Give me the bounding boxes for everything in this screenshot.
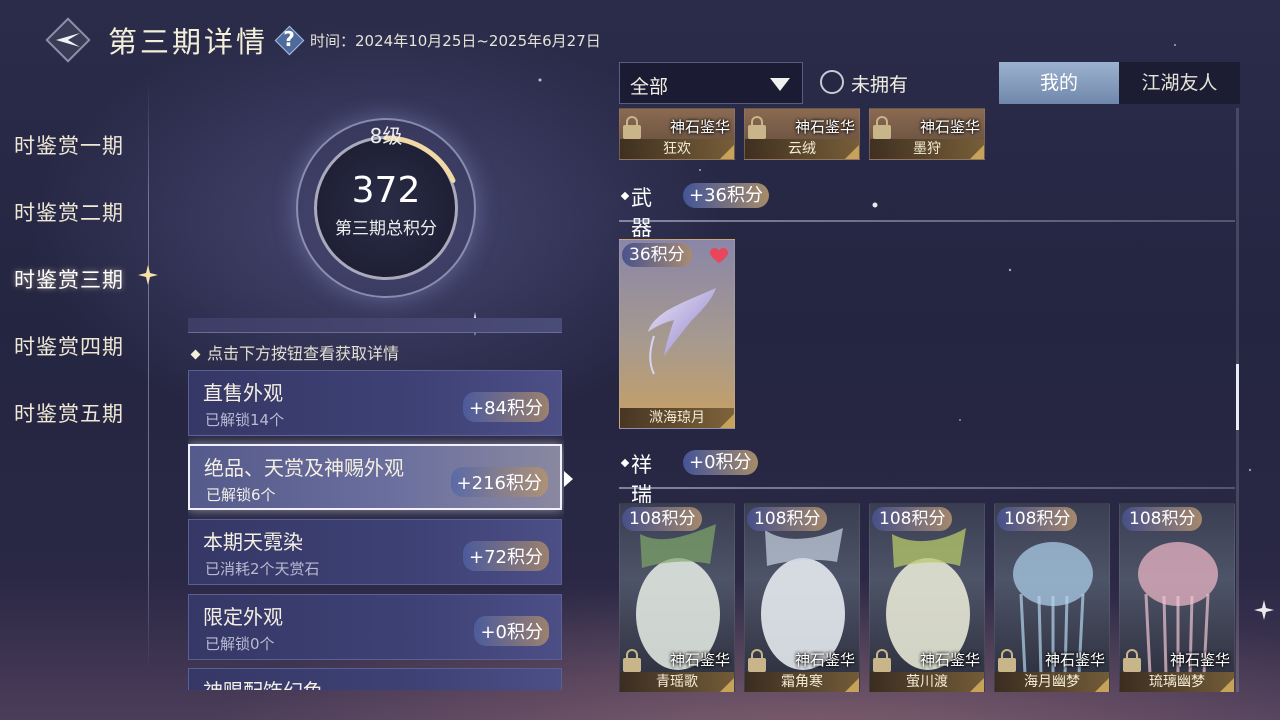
item-points: 36积分 [622,243,692,267]
item-name: 狂欢 [620,139,734,159]
total-score-label: 第三期总积分 [335,219,437,239]
lock-icon [748,116,766,139]
nav-item-period-1[interactable]: 时鉴赏一期 [14,130,124,160]
category-title: 本期天霓染 [203,530,303,554]
category-title: 神赐配饰幻色 [203,675,323,690]
period-label: 时间：2024年10月25日~2025年6月27日 [310,31,601,50]
item-points: 108积分 [622,507,703,531]
item-name: 霜角寒 [745,672,859,692]
tab-friends[interactable]: 江湖友人 [1119,62,1240,104]
header: 第三期详情 ? 时间：2024年10月25日~2025年6月27日 [44,16,601,64]
tab-mine[interactable]: 我的 [999,62,1119,104]
back-icon [56,33,80,47]
nav-item-period-4[interactable]: 时鉴赏四期 [14,331,124,361]
category-points: +216积分 [450,467,548,497]
section-points: +36积分 [683,183,769,208]
favorite-heart-icon[interactable] [710,248,728,264]
item-card[interactable]: 108积分 神石鉴华 青瑶歌 [619,503,735,692]
not-owned-radio[interactable] [820,70,844,94]
section-divider [619,220,1235,222]
lock-icon [623,649,641,672]
category-premium[interactable]: 绝品、天赏及神赐外观 已解锁6个 +216积分 [188,444,562,510]
item-source: 神石鉴华 [794,651,855,669]
item-name: 萤川渡 [870,672,984,692]
section-label: 武器 [631,186,652,240]
filter-dropdown[interactable]: 全部 [619,62,803,104]
item-name: 溦海琼月 [620,408,734,428]
item-card[interactable]: 36积分 溦海琼月 [619,239,735,429]
lock-icon [998,649,1016,672]
item-source: 神石鉴华 [919,651,980,669]
category-title: 限定外观 [203,605,283,629]
score-dial: 8级 372 第三期总积分 [288,112,484,298]
lock-icon [748,649,766,672]
item-card[interactable]: 108积分 神石鉴华 霜角寒 [744,503,860,692]
category-sub: 已解锁14个 [205,411,285,429]
nav-item-period-3[interactable]: 时鉴赏三期 [14,264,124,294]
collection-grid: 神石鉴华 狂欢 神石鉴华 云绒 神石鉴华 墨狩 武器 +36积分 36积分 溦海… [619,108,1237,692]
category-points: +0积分 [474,616,549,646]
item-source: 神石鉴华 [794,118,855,136]
item-points: 108积分 [997,507,1078,531]
dropdown-arrow-icon [770,78,790,91]
category-sub: 已解锁0个 [205,635,275,653]
nav-divider [148,80,149,670]
category-accessory-color[interactable]: 神赐配饰幻色 [188,668,562,690]
item-source: 神石鉴华 [1169,651,1230,669]
selected-arrow-icon [564,471,573,487]
nav-item-period-2[interactable]: 时鉴赏二期 [14,197,124,227]
category-dye[interactable]: 本期天霓染 已消耗2个天赏石 +72积分 [188,519,562,585]
category-title: 直售外观 [203,381,283,405]
item-source: 神石鉴华 [1044,651,1105,669]
item-card[interactable]: 108积分 神石鉴华 海月幽梦 [994,503,1110,692]
item-points: 108积分 [747,507,828,531]
item-card[interactable]: 108积分 神石鉴华 萤川渡 [869,503,985,692]
item-name: 琉璃幽梦 [1120,672,1234,692]
item-card[interactable]: 108积分 神石鉴华 琉璃幽梦 [1119,503,1235,692]
category-list[interactable]: 点击下方按钮查看获取详情 直售外观 已解锁14个 +84积分 绝品、天赏及神赐外… [188,318,564,690]
level-label: 8级 [369,124,403,148]
item-card[interactable]: 神石鉴华 墨狩 [869,108,985,160]
total-score: 372 [351,170,421,211]
item-card[interactable]: 神石鉴华 狂欢 [619,108,735,160]
category-points: +84积分 [463,392,549,422]
lock-icon [873,116,891,139]
back-button[interactable] [44,16,92,64]
category-title: 绝品、天赏及神赐外观 [204,456,404,480]
nav-item-period-5[interactable]: 时鉴赏五期 [14,398,124,428]
lock-icon [873,649,891,672]
filter-value: 全部 [630,76,669,98]
tip-text: 点击下方按钮查看获取详情 [190,340,399,364]
item-source: 神石鉴华 [669,118,730,136]
active-marker-icon [138,265,158,285]
item-name: 海月幽梦 [995,672,1109,692]
item-name: 青瑶歌 [620,672,734,692]
section-label: 祥瑞 [631,453,652,507]
lock-icon [623,116,641,139]
category-points: +72积分 [463,541,549,571]
partial-row [188,318,562,333]
section-points: +0积分 [683,450,758,475]
section-divider [619,487,1235,489]
item-name: 云绒 [745,139,859,159]
lock-icon [1123,649,1141,672]
item-card[interactable]: 神石鉴华 云绒 [744,108,860,160]
question-icon[interactable]: ? [274,25,305,56]
category-direct-sale[interactable]: 直售外观 已解锁14个 +84积分 [188,370,562,436]
weapon-art [648,288,716,375]
item-source: 神石鉴华 [669,651,730,669]
item-points: 108积分 [872,507,953,531]
page-title: 第三期详情 [108,25,269,59]
category-sub: 已消耗2个天赏石 [205,560,320,578]
item-source: 神石鉴华 [919,118,980,136]
not-owned-label[interactable]: 未拥有 [851,70,908,97]
item-points: 108积分 [1122,507,1203,531]
item-name: 墨狩 [870,139,984,159]
category-sub: 已解锁6个 [206,486,276,504]
category-limited[interactable]: 限定外观 已解锁0个 +0积分 [188,594,562,660]
